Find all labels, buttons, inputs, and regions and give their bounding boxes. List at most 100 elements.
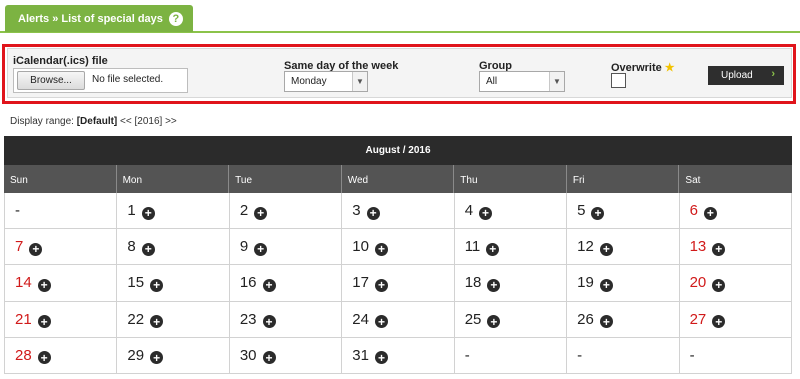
add-special-day-icon[interactable]: + [254, 242, 268, 256]
add-special-day-icon[interactable]: + [150, 351, 164, 365]
file-input[interactable]: Browse... No file selected. [13, 68, 188, 93]
star-icon: ★ [664, 62, 675, 74]
day-number: 13 [689, 238, 707, 256]
add-special-day-icon[interactable]: + [486, 242, 500, 256]
add-special-day-icon[interactable]: + [29, 242, 43, 256]
same-day-value: Monday [291, 76, 327, 87]
calendar-day-cell: 24 + [342, 301, 455, 338]
calendar-day-cell: 26 + [567, 301, 680, 338]
day-number: 5 [577, 202, 586, 220]
day-number: 30 [239, 346, 257, 364]
add-special-day-icon[interactable]: + [374, 242, 388, 256]
calendar-day-cell: 19 + [567, 265, 680, 302]
add-special-day-icon[interactable]: + [712, 315, 726, 329]
display-range-default[interactable]: [Default] [77, 116, 118, 127]
day-number: 19 [577, 274, 594, 292]
chevron-down-icon: ▼ [549, 72, 564, 91]
day-number: - [689, 346, 695, 364]
add-special-day-icon[interactable]: + [141, 242, 155, 256]
group-select[interactable]: All ▼ [479, 71, 565, 92]
day-number: 21 [15, 310, 32, 328]
weekday-fri: Fri [567, 165, 680, 193]
tab-special-days[interactable]: Alerts » List of special days ? [5, 5, 193, 32]
display-range: Display range: [Default] << [2016] >> [10, 116, 177, 127]
help-icon[interactable]: ? [168, 11, 183, 26]
calendar-day-cell: 25 + [454, 301, 568, 338]
calendar-day-cell: 22 + [117, 301, 230, 338]
weekday-sun: Sun [4, 165, 117, 193]
calendar-day-cell: 27 + [679, 301, 792, 338]
add-special-day-icon[interactable]: + [262, 315, 276, 329]
same-day-select[interactable]: Monday ▼ [284, 71, 368, 92]
day-number: 23 [239, 310, 257, 328]
add-special-day-icon[interactable]: + [712, 278, 726, 292]
add-special-day-icon[interactable]: + [262, 278, 276, 292]
chevron-right-icon: › [771, 68, 775, 80]
day-number: - [15, 202, 20, 220]
add-special-day-icon[interactable]: + [479, 206, 493, 220]
add-special-day-icon[interactable]: + [374, 278, 388, 292]
day-number: 22 [127, 310, 145, 328]
calendar-day-cell: 14 + [5, 265, 118, 302]
day-number: 2 [239, 202, 249, 220]
weekday-header: Sun Mon Tue Wed Thu Fri Sat [4, 165, 792, 193]
calendar-day-cell: 10 + [342, 229, 455, 266]
day-number: 10 [352, 238, 369, 256]
add-special-day-icon[interactable]: + [591, 206, 605, 220]
weekday-sat: Sat [685, 175, 701, 186]
calendar-day-cell: 20 + [679, 265, 792, 302]
add-special-day-icon[interactable]: + [37, 351, 51, 365]
calendar-day-cell: 17 + [342, 265, 455, 302]
add-special-day-icon[interactable]: + [703, 206, 717, 220]
calendar-day-cell: 1 + [117, 193, 230, 230]
tab-label: Alerts » List of special days [18, 12, 163, 25]
add-special-day-icon[interactable]: + [141, 206, 155, 220]
calendar-day-cell: 13 + [679, 229, 792, 266]
day-number: 18 [464, 274, 482, 292]
weekday-mon: Mon [117, 165, 230, 193]
calendar-day-cell: 18 + [454, 265, 568, 302]
add-special-day-icon[interactable]: + [150, 315, 164, 329]
day-number: 31 [352, 346, 369, 364]
add-special-day-icon[interactable]: + [599, 315, 613, 329]
calendar-day-cell: 9 + [229, 229, 343, 266]
day-number: 16 [239, 274, 257, 292]
day-number: 9 [239, 238, 249, 256]
add-special-day-icon[interactable]: + [37, 315, 51, 329]
calendar-day-cell: 30 + [229, 337, 343, 374]
add-special-day-icon[interactable]: + [254, 206, 268, 220]
overwrite-checkbox[interactable] [611, 73, 626, 88]
day-number: 7 [15, 238, 24, 256]
add-special-day-icon[interactable]: + [374, 315, 388, 329]
add-special-day-icon[interactable]: + [262, 351, 276, 365]
add-special-day-icon[interactable]: + [366, 206, 380, 220]
upload-button[interactable]: Upload › [708, 66, 784, 85]
add-special-day-icon[interactable]: + [599, 242, 613, 256]
calendar-day-cell: - [5, 193, 118, 230]
weekday-thu: Thu [454, 165, 567, 193]
calendar-day-cell: 2 + [229, 193, 343, 230]
add-special-day-icon[interactable]: + [599, 278, 613, 292]
calendar-day-cell: - [454, 337, 568, 374]
add-special-day-icon[interactable]: + [374, 351, 388, 365]
day-number: 11 [464, 238, 481, 256]
day-number: 27 [689, 310, 707, 328]
add-special-day-icon[interactable]: + [150, 278, 164, 292]
calendar: August / 2016 Sun Mon Tue Wed Thu Fri Sat -1 +2… [4, 136, 792, 374]
calendar-day-cell: 5 + [567, 193, 680, 230]
calendar-day-cell: 23 + [229, 301, 343, 338]
calendar-day-cell: 11 + [454, 229, 568, 266]
add-special-day-icon[interactable]: + [712, 242, 726, 256]
file-status: No file selected. [92, 74, 164, 85]
display-range-label: Display range: [10, 116, 74, 127]
calendar-title: August / 2016 [4, 136, 792, 165]
add-special-day-icon[interactable]: + [487, 278, 501, 292]
add-special-day-icon[interactable]: + [487, 315, 501, 329]
browse-button[interactable]: Browse... [17, 71, 85, 90]
day-number: 4 [464, 202, 474, 220]
year-nav[interactable]: << [2016] >> [120, 116, 177, 127]
upload-label: Upload [721, 70, 753, 81]
add-special-day-icon[interactable]: + [37, 278, 51, 292]
calendar-day-cell: 16 + [229, 265, 343, 302]
calendar-day-cell: 28 + [5, 337, 118, 374]
